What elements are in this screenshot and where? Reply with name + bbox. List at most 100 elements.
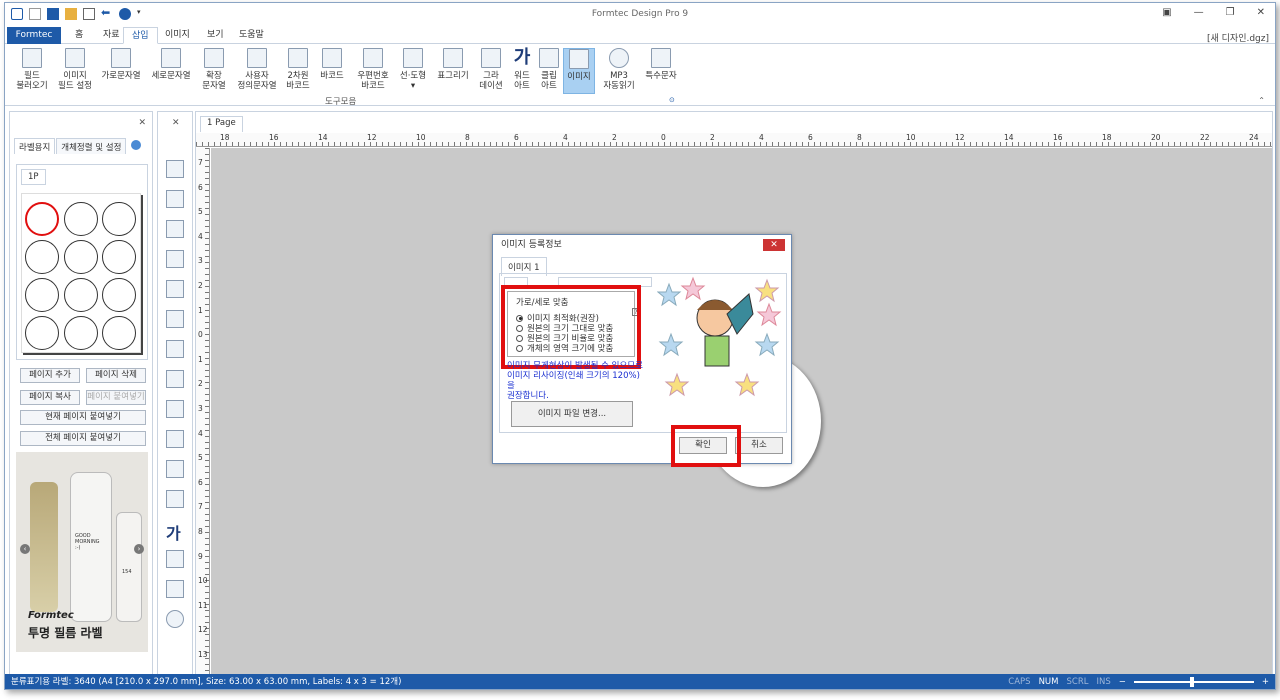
postal-barcode-button[interactable]: 우편번호 바코드 <box>353 48 393 91</box>
group-dialog-launcher-icon[interactable]: ⊙ <box>669 96 675 104</box>
label-circle[interactable] <box>64 240 98 274</box>
cd-icon <box>609 48 629 68</box>
mp3-button[interactable]: MP3 자동읽기 <box>599 48 639 91</box>
ruler-label: 3 <box>198 256 203 266</box>
insert-image-button[interactable]: 이미지 <box>563 48 595 94</box>
panel-nav-icon[interactable] <box>131 140 142 150</box>
change-image-file-button[interactable]: 이미지 파일 변경... <box>511 401 633 427</box>
ruler-label: 2 <box>612 133 617 142</box>
clip-art-icon[interactable] <box>166 550 184 568</box>
tab-home[interactable]: 홈 <box>67 27 91 44</box>
shape-icon[interactable] <box>166 430 184 448</box>
label-circle[interactable] <box>25 240 59 274</box>
vertical-text-icon[interactable] <box>166 250 184 268</box>
barcode-button[interactable]: 바코드 <box>317 48 347 81</box>
gradation-icon[interactable] <box>166 490 184 508</box>
label-circle-selected[interactable] <box>25 202 59 236</box>
qr-code-icon[interactable] <box>166 340 184 358</box>
page-label[interactable]: 1P <box>21 169 46 185</box>
minimize-icon[interactable]: — <box>1194 7 1204 18</box>
word-art-icon: 가 <box>513 47 531 68</box>
line-shape-button[interactable]: 선·도형 ▾ <box>397 48 429 91</box>
tab-image[interactable]: 이미지 <box>157 27 198 44</box>
tab-view[interactable]: 보기 <box>199 27 232 44</box>
word-art-button[interactable]: 가 워드 아트 <box>509 47 535 92</box>
ruler-label: 22 <box>1200 133 1210 142</box>
add-page-button[interactable]: 페이지 추가 <box>20 368 80 383</box>
ruler-label: 1 <box>198 305 203 315</box>
dialog-title: 이미지 등록정보 <box>501 240 562 250</box>
toolstrip-close-icon[interactable]: ✕ <box>172 118 180 128</box>
panel-close-icon[interactable]: ✕ <box>138 118 146 128</box>
cancel-button[interactable]: 취소 <box>735 437 783 454</box>
horizontal-text-button[interactable]: 가로문자열 <box>99 48 143 81</box>
collapse-ribbon-icon[interactable]: ⌃ <box>1258 96 1265 105</box>
vertical-text-button[interactable]: 세로문자열 <box>149 48 193 81</box>
ruler-label: 5 <box>198 453 203 463</box>
panel-tabs: 라벨용지 개체정렬 및 설정 <box>14 138 142 154</box>
label-circle[interactable] <box>64 278 98 312</box>
label-sheet-preview[interactable] <box>21 193 141 353</box>
paste-page-button[interactable]: 페이지 붙여넣기 <box>86 390 146 405</box>
zoom-out-icon[interactable]: − <box>1119 674 1126 689</box>
tab-label-paper[interactable]: 라벨용지 <box>14 138 56 154</box>
tab-object-align[interactable]: 개체정렬 및 설정 <box>56 138 127 154</box>
extended-text-button[interactable]: 확장 문자열 <box>197 48 231 91</box>
tab-formtec[interactable]: Formtec <box>7 27 61 44</box>
dialog-close-button[interactable]: ✕ <box>763 239 785 251</box>
restore-icon[interactable]: ❐ <box>1226 7 1235 18</box>
image-icon[interactable] <box>166 580 184 598</box>
cd-icon[interactable] <box>166 610 184 628</box>
clip-art-icon <box>539 48 559 68</box>
clip-art-button[interactable]: 클립 아트 <box>537 48 561 91</box>
image-field-icon[interactable] <box>166 190 184 208</box>
close-icon[interactable]: ✕ <box>1257 7 1265 18</box>
label-circle[interactable] <box>102 316 136 350</box>
carousel-prev-icon[interactable]: ‹ <box>20 544 30 554</box>
bottle-number: 154 <box>122 569 132 575</box>
label-circle[interactable] <box>25 316 59 350</box>
ruler-label: 4 <box>563 133 568 142</box>
copy-page-button[interactable]: 페이지 복사 <box>20 390 80 405</box>
horizontal-text-icon <box>111 48 131 68</box>
barcode-icon[interactable] <box>166 370 184 388</box>
app-title: Formtec Design Pro 9 <box>591 9 689 19</box>
horizontal-text-icon[interactable] <box>166 220 184 238</box>
tab-help[interactable]: 도움말 <box>231 27 272 44</box>
label-circle[interactable] <box>64 202 98 236</box>
ruler-label: 8 <box>465 133 470 142</box>
table-button[interactable]: 표그리기 <box>433 48 473 81</box>
label-circle[interactable] <box>102 202 136 236</box>
ad-banner[interactable]: GOOD MORNING :-) 154 ‹ › Formtec 투명 필름 라… <box>16 452 148 652</box>
zoom-slider[interactable] <box>1133 677 1254 687</box>
tab-insert[interactable]: 삽입 <box>123 27 158 44</box>
bottle-text: :-) <box>75 545 81 551</box>
postal-barcode-icon[interactable] <box>166 400 184 418</box>
custom-text-button[interactable]: 사용자 정의문자열 <box>233 48 281 91</box>
image-field-button[interactable]: 이미지 필드 설정 <box>55 48 95 91</box>
delete-page-button[interactable]: 페이지 삭제 <box>86 368 146 383</box>
special-char-button[interactable]: 특수문자 <box>641 48 681 81</box>
table-icon[interactable] <box>166 460 184 478</box>
image-preview <box>657 274 785 404</box>
tab-page-1[interactable]: 1 Page <box>200 116 243 132</box>
word-art-icon[interactable]: 가 <box>166 520 184 543</box>
field-load-button[interactable]: 필드 불러오기 <box>13 48 51 91</box>
2d-barcode-button[interactable]: 2차원 바코드 <box>283 48 313 91</box>
bottle-image: 154 <box>116 512 142 622</box>
ribbon-display-icon[interactable]: ▣ <box>1162 7 1171 18</box>
paste-current-page-button[interactable]: 현재 페이지 붙여넣기 <box>20 410 146 425</box>
label-circle[interactable] <box>102 240 136 274</box>
zoom-in-icon[interactable]: + <box>1262 674 1269 689</box>
qr-code-icon <box>288 48 308 68</box>
label-circle[interactable] <box>64 316 98 350</box>
extended-text-icon[interactable] <box>166 280 184 298</box>
label-circle[interactable] <box>25 278 59 312</box>
field-check-icon[interactable] <box>166 160 184 178</box>
custom-text-icon[interactable] <box>166 310 184 328</box>
carousel-next-icon[interactable]: › <box>134 544 144 554</box>
gradation-button[interactable]: 그라 데이션 <box>477 48 505 91</box>
label-circle[interactable] <box>102 278 136 312</box>
paste-all-pages-button[interactable]: 전체 페이지 붙여넣기 <box>20 431 146 446</box>
ruler-label: 2 <box>198 379 203 389</box>
